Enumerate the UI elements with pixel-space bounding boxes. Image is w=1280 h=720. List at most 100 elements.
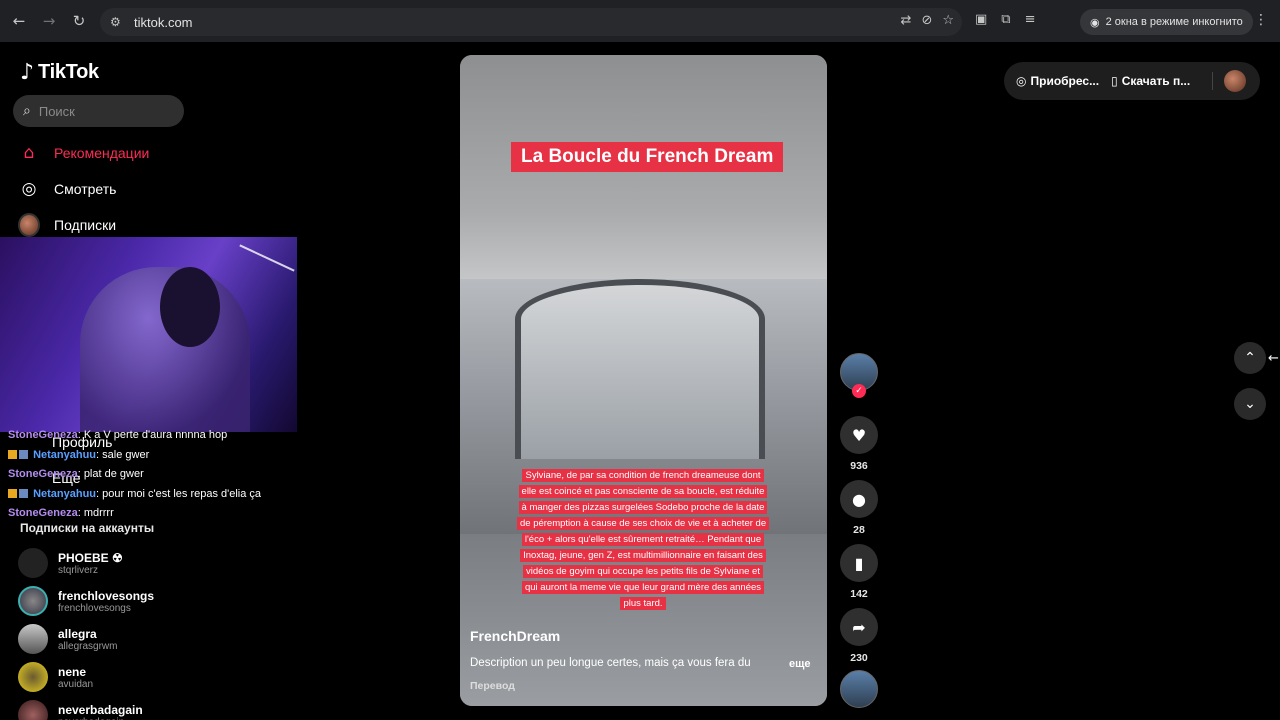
avatar xyxy=(18,662,48,692)
follow-check-icon[interactable]: ✓ xyxy=(852,384,866,398)
heart-icon: ♥ xyxy=(851,425,867,445)
sidebar-item-recommendations[interactable]: ⌂ Рекомендации xyxy=(18,142,150,164)
sidebar-item-label: Рекомендации xyxy=(54,145,150,161)
music-disc-avatar[interactable] xyxy=(840,670,878,708)
reload-icon[interactable]: ↻ xyxy=(68,10,90,32)
save-button[interactable]: ▮ xyxy=(840,544,878,582)
video-description: Description un peu longue certes, mais ç… xyxy=(470,657,751,669)
extension-icon[interactable]: ▣ xyxy=(975,12,987,27)
buy-label: Приобрес... xyxy=(1030,74,1100,88)
browser-toolbar: ← → ↻ ⚙ tiktok.com ⇄ ⊘ ☆ ▣ ⧉ ≡ ◉ 2 окна … xyxy=(0,0,1280,42)
comment-button[interactable]: ● xyxy=(840,480,878,518)
chat-username: StoneGeneza xyxy=(8,429,78,441)
bookmark-icon: ▮ xyxy=(854,553,864,573)
cursor-arrow-icon: ← xyxy=(1268,351,1279,366)
profile-avatar[interactable] xyxy=(1224,70,1246,92)
chat-username: StoneGeneza xyxy=(8,507,78,519)
search-input[interactable]: ⌕ Поиск xyxy=(13,95,184,127)
chat-username: StoneGeneza xyxy=(8,468,78,480)
chat-text: pour moi c'est les repas d'elia ça xyxy=(102,487,262,500)
address-bar[interactable]: ⚙ tiktok.com ⇄ ⊘ ☆ xyxy=(100,8,962,36)
next-video-button[interactable]: ⌄ xyxy=(1234,388,1266,420)
download-label: Скачать п... xyxy=(1121,74,1191,88)
webcam-overlay xyxy=(0,237,297,432)
account-name: PHOEBE ☢ xyxy=(58,550,123,565)
more-button[interactable]: еще xyxy=(789,658,811,670)
chat-message: StoneGeneza: K a V perte d'aura nnnna ho… xyxy=(8,429,228,441)
account-handle: stqrliverz xyxy=(58,564,99,576)
video-title: La Boucle du French Dream xyxy=(511,142,784,172)
site-info-icon[interactable]: ⚙ xyxy=(110,15,126,29)
sidebar-item-following[interactable]: Подписки xyxy=(18,213,117,237)
puzzle-icon[interactable]: ⧉ xyxy=(1001,12,1010,27)
account-item[interactable]: nene avuidan xyxy=(18,662,93,692)
share-icon: ➦ xyxy=(852,617,866,637)
sidebar-item-label: Смотреть xyxy=(54,181,117,197)
chat-text: K a V perte d'aura nnnna hop xyxy=(83,429,228,441)
incognito-badge[interactable]: ◉ 2 окна в режиме инкогнито xyxy=(1080,9,1253,35)
account-name: neverbadagain xyxy=(58,702,143,717)
sub-badge-icon xyxy=(8,449,17,459)
translate-button[interactable]: Перевод xyxy=(470,680,515,692)
account-handle: allegrasgrwm xyxy=(58,640,118,652)
account-handle: frenchlovesongs xyxy=(58,602,131,614)
back-icon[interactable]: ← xyxy=(8,10,30,32)
account-name: nene xyxy=(58,664,87,679)
chat-username: Netanyahuu xyxy=(33,448,97,461)
account-item[interactable]: PHOEBE ☢ stqrliverz xyxy=(18,548,123,578)
like-button[interactable]: ♥ xyxy=(840,416,878,454)
account-item[interactable]: allegra allegrasgrwm xyxy=(18,624,117,654)
eye-off-icon[interactable]: ⊘ xyxy=(921,13,932,28)
chat-message: StoneGeneza: plat de gwer xyxy=(8,468,144,480)
tiktok-note-icon: ♪ xyxy=(20,60,35,85)
coin-icon: ◎ xyxy=(1016,74,1027,88)
sidebar-item-explore[interactable]: ◎ Смотреть xyxy=(18,178,117,200)
video-author[interactable]: FrenchDream xyxy=(470,628,560,644)
avatar xyxy=(18,700,48,720)
media-icon[interactable]: ≡ xyxy=(1025,12,1036,27)
chat-text: sale gwer xyxy=(102,448,150,461)
star-icon[interactable]: ☆ xyxy=(942,13,954,28)
subscriptions-title: Подписки на аккаунты xyxy=(20,521,155,535)
forward-icon[interactable]: → xyxy=(38,10,60,32)
chevron-up-icon: ⌃ xyxy=(1244,350,1256,366)
like-count: 936 xyxy=(850,460,868,472)
compass-icon: ◎ xyxy=(21,179,37,199)
top-right-actions: ◎ Приобрес... ▯ Скачать п... xyxy=(1004,62,1260,100)
chat-text: mdrrrr xyxy=(83,507,114,519)
get-coins-button[interactable]: ◎ Приобрес... xyxy=(1016,74,1099,88)
search-icon: ⌕ xyxy=(23,103,31,119)
account-name: frenchlovesongs xyxy=(58,588,155,603)
account-item[interactable]: neverbadagainneverbadagain xyxy=(18,700,143,720)
chat-text: plat de gwer xyxy=(83,468,144,480)
previous-video-button[interactable]: ⌃ xyxy=(1234,342,1266,374)
share-button[interactable]: ➦ xyxy=(840,608,878,646)
incognito-label: 2 окна в режиме инкогнито xyxy=(1105,16,1243,28)
sidebar-item-label: Подписки xyxy=(54,217,117,233)
mod-badge-icon xyxy=(19,488,28,498)
url-text[interactable]: tiktok.com xyxy=(134,15,193,30)
chat-overlay: StoneGeneza: K a V perte d'aura nnnna ho… xyxy=(8,426,261,524)
revolving-door xyxy=(515,279,765,459)
translate-icon[interactable]: ⇄ xyxy=(901,13,912,28)
comment-icon: ● xyxy=(852,489,866,509)
mod-badge-icon xyxy=(19,449,28,459)
phone-icon: ▯ xyxy=(1111,74,1118,88)
chat-message: Netanyahuu: pour moi c'est les repas d'e… xyxy=(8,485,261,505)
search-placeholder: Поиск xyxy=(38,103,75,119)
video-player[interactable]: La Boucle du French Dream Sylviane, de p… xyxy=(460,55,827,706)
share-count: 230 xyxy=(850,652,868,664)
download-app-button[interactable]: ▯ Скачать п... xyxy=(1111,74,1190,88)
account-handle: avuidan xyxy=(58,678,94,690)
avatar-icon xyxy=(18,213,40,237)
chat-username: Netanyahuu xyxy=(33,487,97,500)
comment-count: 28 xyxy=(853,524,865,536)
tiktok-logo[interactable]: ♪ TikTok xyxy=(20,60,99,85)
avatar xyxy=(18,548,48,578)
account-name: allegra xyxy=(58,626,97,641)
kebab-menu-icon[interactable]: ⋮ xyxy=(1254,12,1268,28)
account-handle: neverbadagain xyxy=(58,717,143,720)
sub-badge-icon xyxy=(8,488,17,498)
account-item[interactable]: frenchlovesongs frenchlovesongs xyxy=(18,586,154,616)
avatar xyxy=(18,624,48,654)
